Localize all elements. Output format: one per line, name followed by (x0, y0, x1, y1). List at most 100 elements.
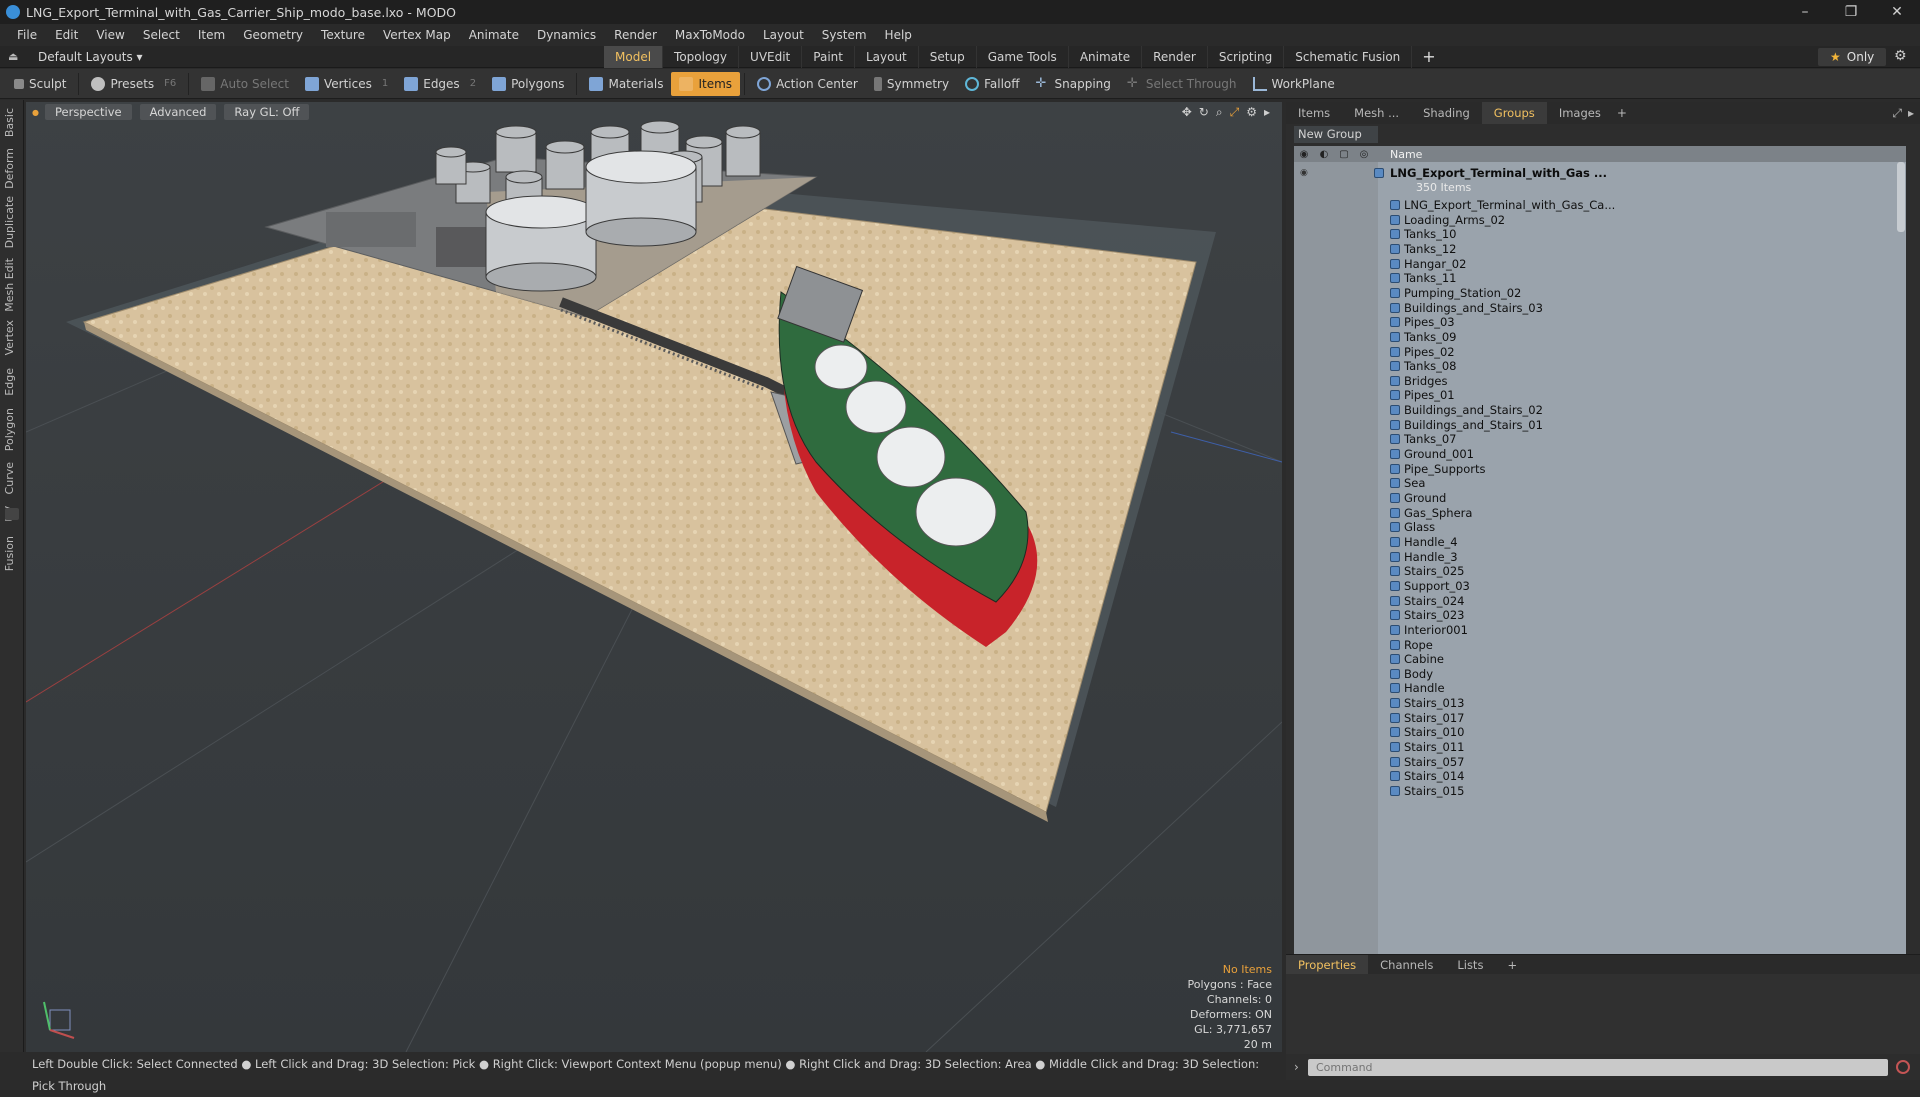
zoom-icon[interactable]: ⌕ (1216, 105, 1223, 120)
vertices-button[interactable]: Vertices 1 (297, 72, 396, 96)
only-toggle[interactable]: ★ Only (1818, 48, 1887, 66)
tab-model[interactable]: Model (604, 46, 664, 68)
raygl-toggle[interactable]: Ray GL: Off (224, 104, 310, 120)
tab-groups[interactable]: Groups (1481, 102, 1547, 124)
tab-paint[interactable]: Paint (802, 46, 855, 68)
tab-topology[interactable]: Topology (663, 46, 740, 68)
3d-viewport[interactable]: ● Perspective Advanced Ray GL: Off ✥ ↻ ⌕… (26, 102, 1282, 1052)
action-center-button[interactable]: Action Center (749, 72, 866, 96)
panel-more-icon[interactable]: ▸ (1908, 106, 1914, 121)
add-tab-button[interactable]: + (1412, 46, 1445, 68)
groups-list: ◉ ◐ ▢ ◎ Name ◉ LNG_Export_Terminal_with_G… (1294, 146, 1906, 1030)
name-column-header[interactable]: Name (1390, 148, 1422, 161)
layouts-dropdown[interactable]: Default Layouts ▾ (38, 50, 143, 64)
items-button[interactable]: Items (671, 71, 741, 96)
presets-shortcut: F6 (164, 78, 177, 89)
advanced-dropdown[interactable]: Advanced (139, 104, 217, 120)
maximize-button[interactable]: ❐ (1828, 0, 1874, 24)
render-header-icon[interactable]: ◐ (1314, 149, 1334, 160)
add-panel-tab-icon[interactable]: + (1613, 106, 1631, 120)
select-header-icon[interactable]: ◎ (1354, 149, 1374, 160)
tab-game-tools[interactable]: Game Tools (977, 46, 1069, 68)
edges-shortcut: 2 (469, 78, 477, 89)
viewport-settings-icon[interactable]: ⚙ (1246, 105, 1257, 120)
menu-view[interactable]: View (87, 28, 133, 42)
tab-channels[interactable]: Channels (1368, 958, 1445, 972)
tab-scripting[interactable]: Scripting (1208, 46, 1285, 68)
tab-animate[interactable]: Animate (1069, 46, 1143, 68)
tab-layout[interactable]: Layout (855, 46, 919, 68)
tab-schematic-fusion[interactable]: Schematic Fusion (1284, 46, 1413, 68)
minimize-button[interactable]: – (1782, 0, 1828, 24)
record-macro-icon[interactable] (1896, 1060, 1910, 1074)
menu-select[interactable]: Select (134, 28, 189, 42)
workplane-button[interactable]: WorkPlane (1245, 72, 1343, 96)
vtab-fusion[interactable]: Fusion (3, 536, 21, 571)
menu-layout[interactable]: Layout (754, 28, 813, 42)
gear-icon[interactable]: ⚙ (1894, 48, 1907, 64)
presets-button[interactable]: Presets F6 (83, 72, 184, 96)
strip-toggle-icon[interactable] (5, 508, 19, 520)
command-input[interactable] (1308, 1058, 1888, 1076)
menu-help[interactable]: Help (876, 28, 921, 42)
viewport-more-icon[interactable]: ▸ (1264, 105, 1270, 120)
tab-mesh[interactable]: Mesh ... (1342, 102, 1411, 124)
tab-setup[interactable]: Setup (919, 46, 977, 68)
vtab-duplicate[interactable]: Duplicate (3, 196, 21, 248)
menu-dynamics[interactable]: Dynamics (528, 28, 605, 42)
visibility-eye-icon[interactable]: ◉ (1300, 168, 1310, 178)
auto-select-button[interactable]: Auto Select (193, 72, 297, 96)
new-group-button[interactable]: New Group (1294, 126, 1378, 143)
stat-scale: 20 m (1243, 1038, 1272, 1051)
polygons-button[interactable]: Polygons (484, 72, 572, 96)
falloff-button[interactable]: Falloff (957, 72, 1027, 96)
menu-render[interactable]: Render (605, 28, 666, 42)
edges-button[interactable]: Edges 2 (396, 72, 484, 96)
menu-geometry[interactable]: Geometry (234, 28, 312, 42)
group-list-item[interactable]: Stairs_015 (1294, 782, 1906, 800)
tab-uvedit[interactable]: UVEdit (739, 46, 803, 68)
vtab-basic[interactable]: Basic (3, 108, 21, 137)
close-button[interactable]: ✕ (1874, 0, 1920, 24)
vtab-vertex[interactable]: Vertex (3, 320, 21, 355)
menu-vertex-map[interactable]: Vertex Map (374, 28, 460, 42)
menu-file[interactable]: File (8, 28, 46, 42)
tab-lists[interactable]: Lists (1445, 958, 1495, 972)
add-props-tab-icon[interactable]: + (1495, 958, 1529, 972)
symmetry-button[interactable]: Symmetry (866, 72, 957, 96)
menu-maxtomodo[interactable]: MaxToModo (666, 28, 754, 42)
tab-items[interactable]: Items (1286, 102, 1342, 124)
tab-images[interactable]: Images (1547, 102, 1613, 124)
mesh-item-icon (1390, 200, 1400, 210)
vtab-deform[interactable]: Deform (3, 148, 21, 189)
visibility-header-icon[interactable]: ◉ (1294, 149, 1314, 160)
tab-render[interactable]: Render (1142, 46, 1208, 68)
layout-home-icon[interactable]: ⏏ (8, 50, 22, 63)
menu-texture[interactable]: Texture (312, 28, 374, 42)
materials-button[interactable]: Materials (581, 72, 671, 96)
mesh-icon (1390, 580, 1400, 591)
perspective-dropdown[interactable]: Perspective (44, 104, 132, 120)
panel-expand-icon[interactable]: ⤢ (1892, 106, 1902, 121)
lock-header-icon[interactable]: ▢ (1334, 149, 1354, 160)
vtab-mesh-edit[interactable]: Mesh Edit (3, 258, 21, 312)
tool-bar: Sculpt Presets F6 Auto Select Vertices 1 E… (0, 69, 1920, 99)
menu-edit[interactable]: Edit (46, 28, 87, 42)
tab-properties[interactable]: Properties (1286, 954, 1369, 975)
menu-system[interactable]: System (813, 28, 876, 42)
pan-icon[interactable]: ✥ (1182, 105, 1192, 120)
vtab-curve[interactable]: Curve (3, 462, 21, 494)
mesh-icon (1390, 522, 1400, 533)
vtab-polygon[interactable]: Polygon (3, 408, 21, 451)
maximize-view-icon[interactable]: ⤢ (1230, 105, 1240, 120)
select-through-button[interactable]: ✛ Select Through (1119, 72, 1245, 96)
snapping-button[interactable]: ✛ Snapping (1028, 72, 1119, 96)
mesh-icon (1390, 214, 1400, 225)
group-root-row[interactable]: ◉ LNG_Export_Terminal_with_Gas ... (1294, 164, 1906, 182)
vtab-edge[interactable]: Edge (3, 368, 21, 396)
tab-shading[interactable]: Shading (1411, 102, 1482, 124)
menu-item[interactable]: Item (189, 28, 234, 42)
menu-animate[interactable]: Animate (460, 28, 528, 42)
sculpt-button[interactable]: Sculpt (6, 72, 74, 96)
rotate-icon[interactable]: ↻ (1199, 105, 1209, 120)
